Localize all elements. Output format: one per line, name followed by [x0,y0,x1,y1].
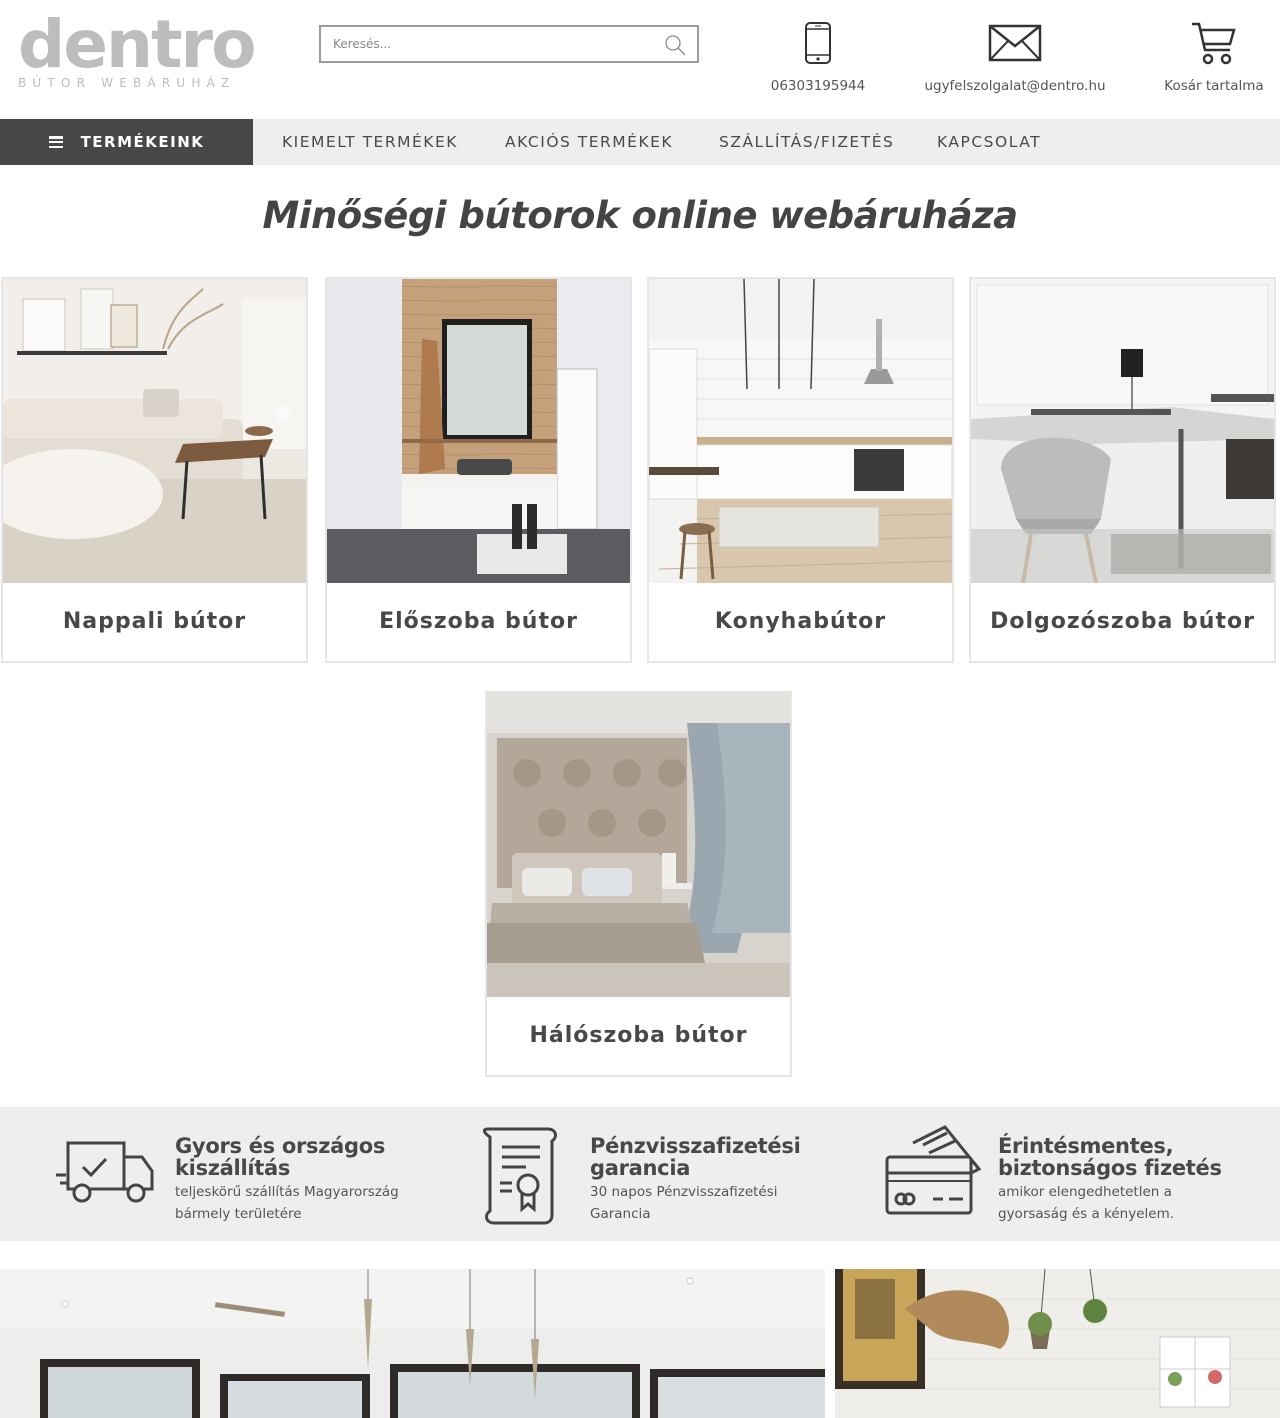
phone-icon [758,18,878,68]
feature-description-line: Garancia [590,1206,651,1222]
features-band: Gyors és országos kiszállítás teljeskörű… [0,1107,1280,1241]
feature-description-line: 30 napos Pénzvisszafizetési [590,1184,778,1200]
truck-icon [54,1137,156,1211]
feature-shipping: Gyors és országos kiszállítás teljeskörű… [0,1107,426,1241]
logo-wordmark: dentro [18,6,256,83]
category-name: Hálószoba bútor [529,1023,748,1048]
header-cart[interactable]: Kosár tartalma [1158,18,1270,94]
site-logo[interactable]: dentro BÚTOR WEBÁRUHÁZ [18,6,256,91]
feature-description-line: gyorsaság és a kényelem. [998,1206,1175,1222]
promo-banner-lighting[interactable] [835,1269,1280,1418]
dining-room-image [0,1269,825,1418]
phone-number: 06303195944 [770,78,866,94]
bedroom-image [487,693,790,997]
header-phone[interactable]: 06303195944 [758,18,878,94]
feature-title-line: Gyors és országos [175,1134,386,1158]
category-card-hallway[interactable]: Előszoba bútor [325,277,632,663]
envelope-icon [920,18,1110,68]
feature-title: Pénzvisszafizetési garancia [590,1134,801,1180]
feature-description-line: bármely területére [175,1206,302,1222]
office-image [971,279,1274,583]
search-icon[interactable] [663,33,687,57]
feature-title-line: Érintésmentes, [998,1134,1174,1158]
category-card-bedroom[interactable]: Hálószoba bútor [485,691,792,1077]
category-card-kitchen[interactable]: Konyhabútor [647,277,954,663]
feature-title-line: Pénzvisszafizetési [590,1134,801,1158]
email-address: ugyfelszolgalat@dentro.hu [924,78,1106,94]
feature-description-line: amikor elengedhetetlen a [998,1184,1172,1200]
lighting-room-image [835,1269,1280,1418]
page-title: Minőségi bútorok online webáruháza [262,194,1018,237]
main-nav: TERMÉKEINK KIEMELT TERMÉKEK AKCIÓS TERMÉ… [0,119,1280,165]
feature-payment: Érintésmentes, biztonságos fizetés amiko… [846,1107,1280,1241]
search-box [319,25,699,63]
certificate-icon [478,1123,562,1229]
products-menu-button[interactable]: TERMÉKEINK [0,119,253,165]
products-menu-label: TERMÉKEINK [80,133,205,151]
nav-link-contact[interactable]: KAPCSOLAT [937,119,1041,165]
feature-title: Érintésmentes, biztonságos fizetés [998,1135,1222,1179]
header-email[interactable]: ugyfelszolgalat@dentro.hu [920,18,1110,94]
category-card-living-room[interactable]: Nappali bútor [1,277,308,663]
feature-title-line: biztonságos fizetés [998,1156,1222,1180]
category-name: Nappali bútor [62,609,247,634]
nav-link-shipping[interactable]: SZÁLLÍTÁS/FIZETÉS [719,119,894,165]
feature-description: amikor elengedhetetlen a gyorsaság és a … [998,1181,1174,1225]
search-input[interactable] [321,27,641,61]
cart-icon [1158,18,1270,68]
hamburger-icon [48,136,63,148]
nav-link-featured[interactable]: KIEMELT TERMÉKEK [282,119,458,165]
category-name: Dolgozószoba bútor [990,609,1255,634]
category-name: Konyhabútor [714,609,887,634]
feature-guarantee: Pénzvisszafizetési garancia 30 napos Pén… [426,1107,846,1241]
logo-tagline: BÚTOR WEBÁRUHÁZ [18,76,236,90]
feature-description-line: teljeskörű szállítás Magyarország [175,1184,399,1200]
living-room-image [3,279,306,583]
feature-description: 30 napos Pénzvisszafizetési Garancia [590,1181,778,1225]
feature-title-line: kiszállítás [175,1156,291,1180]
cart-label: Kosár tartalma [1164,78,1264,94]
category-card-office[interactable]: Dolgozószoba bútor [969,277,1276,663]
credit-card-icon [883,1123,983,1221]
hallway-image [327,279,630,583]
promo-banner-dining[interactable] [0,1269,825,1418]
nav-link-sale[interactable]: AKCIÓS TERMÉKEK [505,119,673,165]
kitchen-image [649,279,952,583]
category-name: Előszoba bútor [379,609,578,634]
feature-title: Gyors és országos kiszállítás [175,1135,385,1179]
feature-description: teljeskörű szállítás Magyarország bármel… [175,1181,399,1225]
site-header: dentro BÚTOR WEBÁRUHÁZ 06303195944 ugyfe… [0,0,1280,119]
feature-title-line: garancia [590,1156,691,1180]
